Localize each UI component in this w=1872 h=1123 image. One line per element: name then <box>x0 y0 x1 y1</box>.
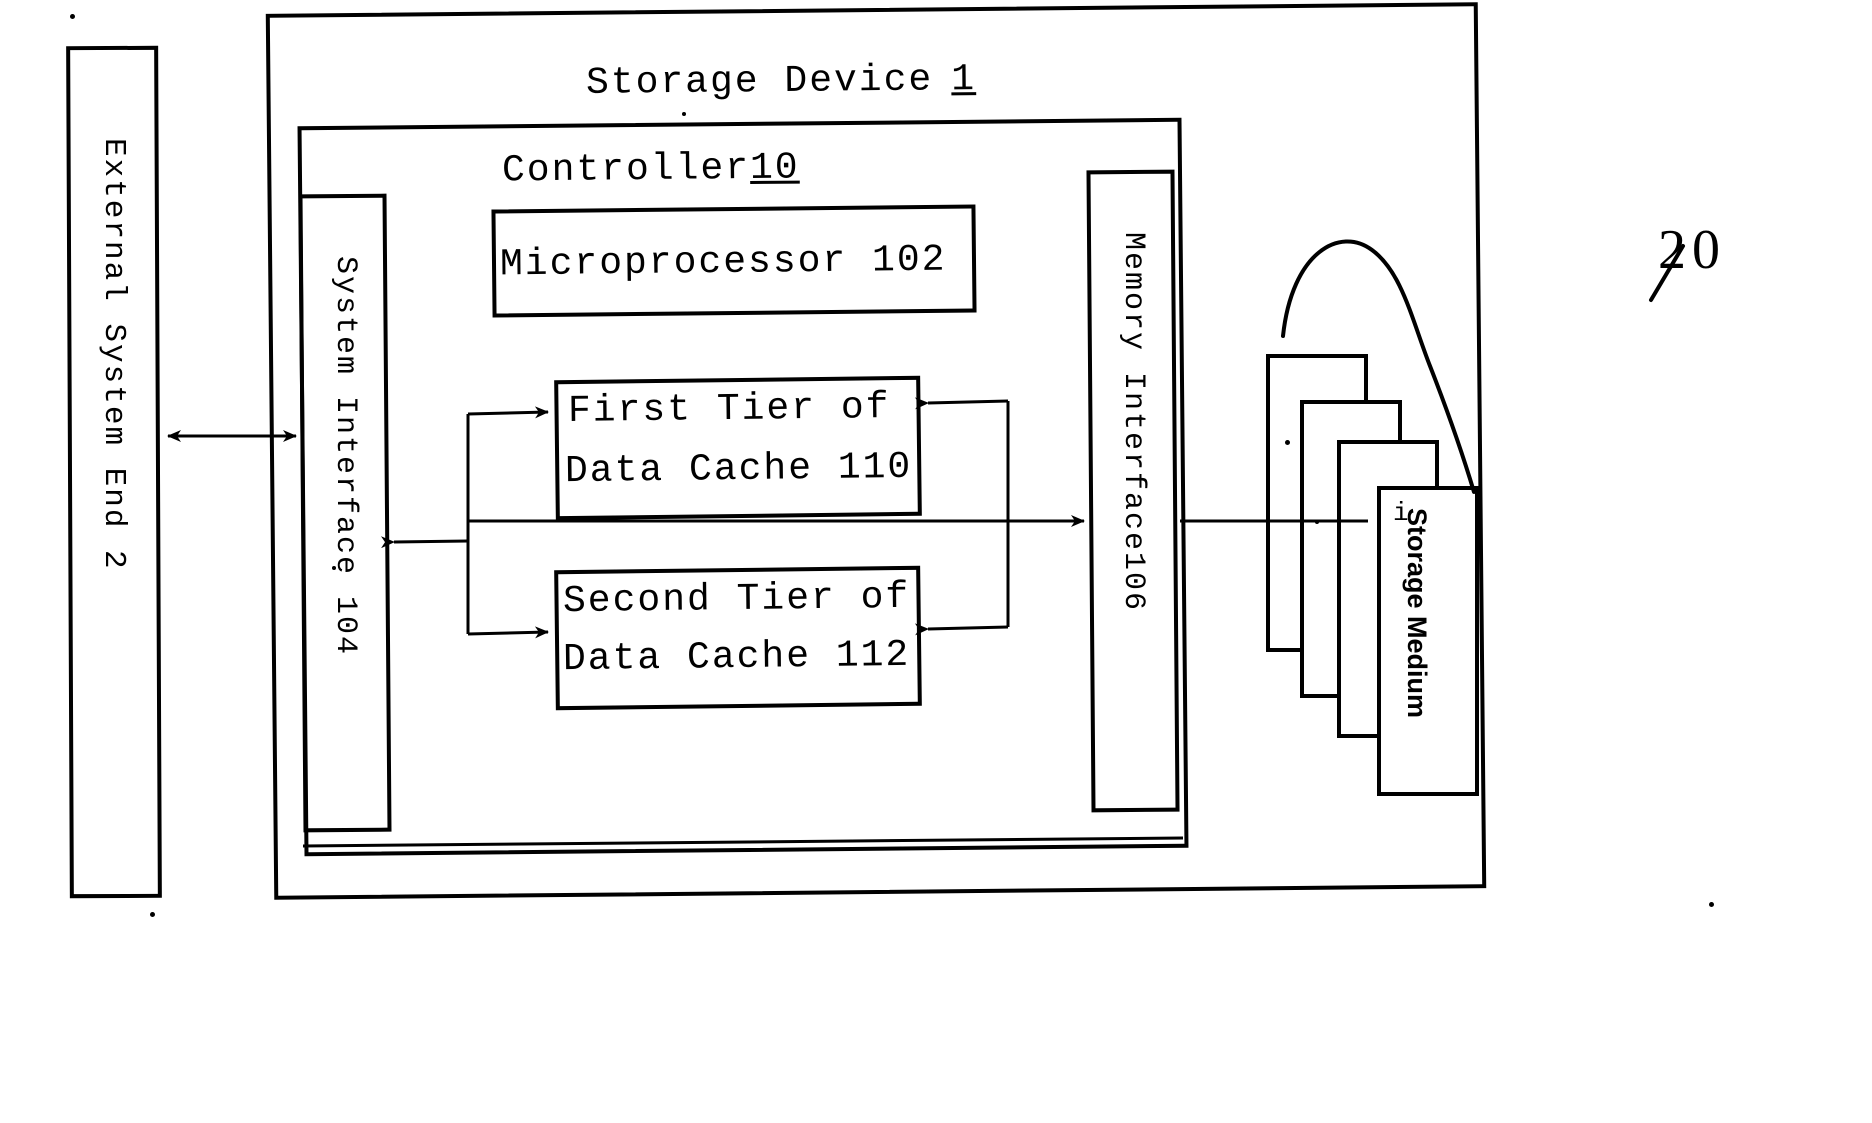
scan-speck <box>150 912 155 917</box>
scan-speck <box>1709 902 1714 907</box>
scan-speck <box>70 14 75 19</box>
controller-inner-bottom-edge <box>302 836 1184 848</box>
system-interface-to-caches-path <box>466 406 549 639</box>
scan-speck <box>682 112 686 116</box>
scan-speck <box>332 566 336 570</box>
memory-interface-to-caches-return <box>914 397 1010 636</box>
figure-canvas: External System End 2 Storage Device 1 Co… <box>0 0 1872 1123</box>
caches-to-system-interface-return <box>380 536 469 549</box>
connector-overlay <box>167 239 1685 848</box>
scan-speck <box>1285 440 1290 445</box>
scan-speck <box>1315 520 1319 524</box>
storage-medium-leader-curve <box>1281 239 1685 494</box>
